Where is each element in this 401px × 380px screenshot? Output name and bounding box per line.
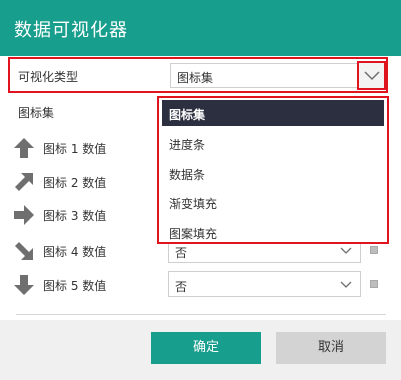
icon-1-label: 图标 1 数值 — [43, 142, 107, 156]
icon-4-label: 图标 4 数值 — [43, 245, 107, 259]
arrow-down-right-icon — [15, 242, 33, 260]
arrow-right-icon — [14, 205, 34, 225]
dialog-title: 数据可视化器 — [14, 20, 128, 41]
dropdown-option-pattern-fill[interactable]: 图案填充 — [162, 219, 384, 245]
visualization-type-select[interactable]: 图标集 — [170, 63, 358, 88]
icon-5-value: 否 — [175, 280, 188, 294]
chevron-down-icon — [364, 71, 380, 81]
icon-5-label: 图标 5 数值 — [43, 279, 107, 293]
icon-set-section-label: 图标集 — [18, 106, 55, 120]
arrow-up-right-icon — [15, 173, 33, 191]
dialog-titlebar: 数据可视化器 — [0, 0, 401, 56]
visualization-type-value: 图标集 — [177, 71, 214, 85]
dropdown-option-data-bar[interactable]: 数据条 — [162, 160, 384, 186]
chevron-down-icon — [340, 247, 352, 254]
icon-2-label: 图标 2 数值 — [43, 176, 107, 190]
visualization-type-dropdown-list: 图标集 进度条 数据条 渐变填充 图案填充 — [157, 96, 389, 244]
dialog-footer: 确定 取消 — [0, 320, 401, 380]
arrow-down-icon — [14, 275, 34, 295]
icon-row-5: 图标 5 数值 否 — [12, 271, 392, 299]
icon-3-label: 图标 3 数值 — [43, 209, 107, 223]
cancel-button[interactable]: 取消 — [276, 332, 386, 364]
chevron-down-icon — [340, 281, 352, 288]
dropdown-option-icon-set[interactable]: 图标集 — [162, 100, 384, 126]
footer-divider — [16, 314, 386, 315]
visualization-type-label: 可视化类型 — [18, 70, 79, 84]
icon-4-value: 否 — [175, 246, 188, 260]
icon-5-value-select[interactable]: 否 — [168, 271, 361, 297]
visualization-type-row: 可视化类型 图标集 — [8, 57, 388, 93]
icon-5-checkbox[interactable] — [370, 280, 378, 288]
ok-button[interactable]: 确定 — [151, 332, 261, 364]
dropdown-option-progress-bar[interactable]: 进度条 — [162, 130, 384, 156]
dropdown-option-gradient-fill[interactable]: 渐变填充 — [162, 189, 384, 215]
arrow-up-icon — [14, 138, 34, 158]
visualization-type-dropdown-button[interactable] — [357, 61, 386, 90]
icon-4-checkbox[interactable] — [370, 246, 378, 254]
